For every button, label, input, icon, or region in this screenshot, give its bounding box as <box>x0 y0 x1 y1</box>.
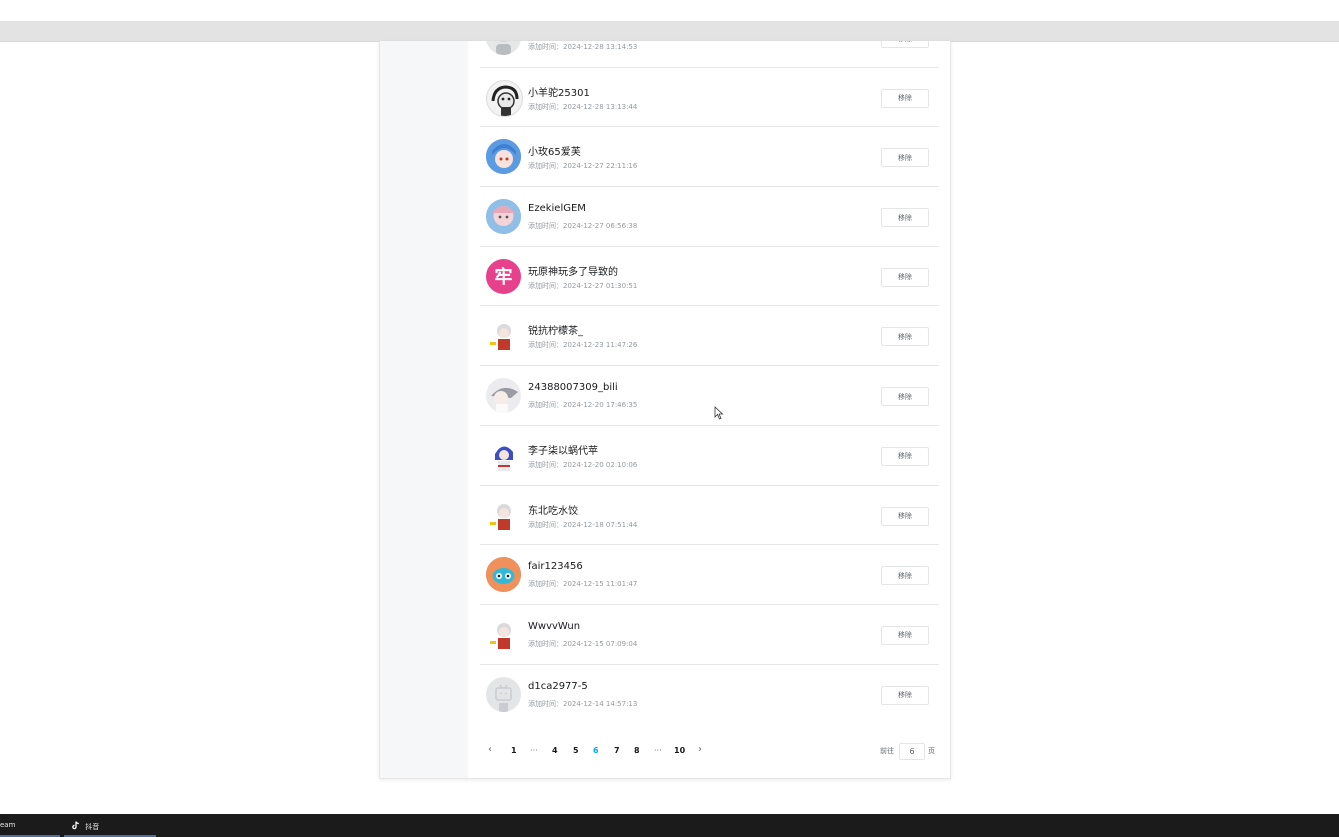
follow-list: 添加时间：2024-12-28 13:14:53 移除 小羊驼25301 添加时… <box>480 41 939 723</box>
added-time: 添加时间：2024-12-20 17:46:35 <box>528 401 638 410</box>
list-item[interactable]: 24388007309_bili 添加时间：2024-12-20 17:46:3… <box>480 366 939 426</box>
remove-button[interactable]: 移除 <box>881 387 929 407</box>
user-name[interactable]: 小羊驼25301 <box>528 84 590 99</box>
list-item[interactable]: 东北吃水饺 添加时间：2024-12-18 07:51:44 移除 <box>480 486 939 546</box>
browser-bar <box>0 21 1339 42</box>
user-name[interactable]: 24388007309_bili <box>528 382 618 393</box>
page-ellipsis[interactable]: ··· <box>654 746 662 755</box>
added-time: 添加时间：2024-12-15 11:01:47 <box>528 580 638 589</box>
user-avatar[interactable] <box>486 676 521 712</box>
list-item[interactable]: fair123456 添加时间：2024-12-15 11:01:47 移除 <box>480 545 939 605</box>
page-button[interactable]: 8 <box>634 746 640 755</box>
taskbar-item-label: 抖音 <box>85 823 100 831</box>
remove-button[interactable]: 移除 <box>881 267 929 287</box>
page-button-active[interactable]: 6 <box>593 746 599 755</box>
remove-button[interactable]: 移除 <box>881 41 929 48</box>
list-item[interactable]: 小羊驼25301 添加时间：2024-12-28 13:13:44 移除 <box>480 68 939 128</box>
user-avatar[interactable]: 牢 <box>486 258 521 294</box>
page-button[interactable]: 10 <box>674 746 685 755</box>
sidebar <box>380 41 468 778</box>
user-name[interactable]: 锐抗柠檬茶_ <box>528 322 583 337</box>
user-avatar[interactable] <box>486 139 521 175</box>
page-button[interactable]: 5 <box>573 746 579 755</box>
added-time: 添加时间：2024-12-28 13:14:53 <box>528 43 638 51</box>
prev-page-button[interactable]: ‹ <box>488 744 492 755</box>
added-time: 添加时间：2024-12-20 02:10:06 <box>528 460 638 469</box>
page-ellipsis[interactable]: ··· <box>530 746 538 755</box>
list-item[interactable]: 锐抗柠檬茶_ 添加时间：2024-12-23 11:47:26 移除 <box>480 306 939 367</box>
page-suffix: 页 <box>928 747 935 755</box>
next-page-button[interactable]: › <box>698 744 702 755</box>
content-panel: 添加时间：2024-12-28 13:14:53 移除 小羊驼25301 添加时… <box>379 41 951 779</box>
list-item[interactable]: 李子柒以蜗代苹 添加时间：2024-12-20 02:10:06 移除 <box>480 426 939 486</box>
list-item[interactable]: 小玫65爱芙 添加时间：2024-12-27 22:11:16 移除 <box>480 127 939 188</box>
remove-button[interactable]: 移除 <box>881 208 929 228</box>
user-avatar[interactable] <box>486 437 521 473</box>
remove-button[interactable]: 移除 <box>881 446 929 466</box>
remove-button[interactable]: 移除 <box>881 625 929 645</box>
remove-button[interactable]: 移除 <box>881 327 929 347</box>
goto-label: 前往 <box>880 747 894 755</box>
user-avatar[interactable] <box>486 41 521 55</box>
list-item[interactable]: WwvvWun 添加时间：2024-12-15 07:09:04 移除 <box>480 605 939 665</box>
user-name[interactable]: WwvvWun <box>528 621 580 632</box>
user-avatar[interactable] <box>486 378 521 414</box>
goto-page-input[interactable]: 6 <box>899 743 925 760</box>
user-avatar[interactable] <box>486 79 523 117</box>
user-name[interactable]: EzekielGEM <box>528 203 586 214</box>
added-time: 添加时间：2024-12-18 07:51:44 <box>528 520 638 529</box>
user-name[interactable]: 东北吃水饺 <box>528 502 578 517</box>
added-time: 添加时间：2024-12-27 06:56:38 <box>528 222 638 231</box>
tiktok-icon <box>72 821 79 830</box>
taskbar-item[interactable]: eam <box>0 821 15 829</box>
taskbar-item-douyin[interactable]: 抖音 <box>72 821 99 832</box>
user-avatar[interactable] <box>486 557 521 593</box>
user-avatar[interactable] <box>486 497 521 533</box>
user-name[interactable]: 玩原神玩多了导致的 <box>528 263 618 278</box>
page-button[interactable]: 7 <box>614 746 620 755</box>
remove-button[interactable]: 移除 <box>881 88 929 108</box>
pagination: ‹ 1 ··· 4 5 6 7 8 ··· 10 › 前往 6 页 <box>480 743 939 763</box>
user-avatar[interactable] <box>486 318 521 354</box>
browser-top-area <box>0 0 1339 21</box>
remove-button[interactable]: 移除 <box>881 566 929 586</box>
user-name[interactable]: d1ca2977-5 <box>528 681 588 692</box>
user-name[interactable]: fair123456 <box>528 561 583 572</box>
user-name[interactable]: 李子柒以蜗代苹 <box>528 442 598 457</box>
added-time: 添加时间：2024-12-27 22:11:16 <box>528 162 638 171</box>
remove-button[interactable]: 移除 <box>881 685 929 705</box>
mouse-cursor-icon <box>714 406 724 420</box>
taskbar: eam 抖音 <box>0 814 1339 837</box>
list-item[interactable]: d1ca2977-5 添加时间：2024-12-14 14:57:13 移除 <box>480 665 939 724</box>
added-time: 添加时间：2024-12-28 13:13:44 <box>528 102 638 111</box>
added-time: 添加时间：2024-12-27 01:30:51 <box>528 281 638 290</box>
list-item[interactable]: 牢 玩原神玩多了导致的 添加时间：2024-12-27 01:30:51 移除 <box>480 247 939 307</box>
user-avatar[interactable] <box>486 616 521 652</box>
avatar-text: 牢 <box>494 267 513 289</box>
remove-button[interactable]: 移除 <box>881 148 929 168</box>
list-item[interactable]: EzekielGEM 添加时间：2024-12-27 06:56:38 移除 <box>480 187 939 247</box>
added-time: 添加时间：2024-12-15 07:09:04 <box>528 639 638 648</box>
added-time: 添加时间：2024-12-14 14:57:13 <box>528 699 638 708</box>
remove-button[interactable]: 移除 <box>881 506 929 526</box>
user-avatar[interactable] <box>486 199 521 235</box>
list-item[interactable]: 添加时间：2024-12-28 13:14:53 移除 <box>480 41 939 68</box>
user-name[interactable]: 小玫65爱芙 <box>528 143 581 158</box>
added-time: 添加时间：2024-12-23 11:47:26 <box>528 341 638 350</box>
page-button[interactable]: 1 <box>511 746 517 755</box>
page-button[interactable]: 4 <box>552 746 558 755</box>
